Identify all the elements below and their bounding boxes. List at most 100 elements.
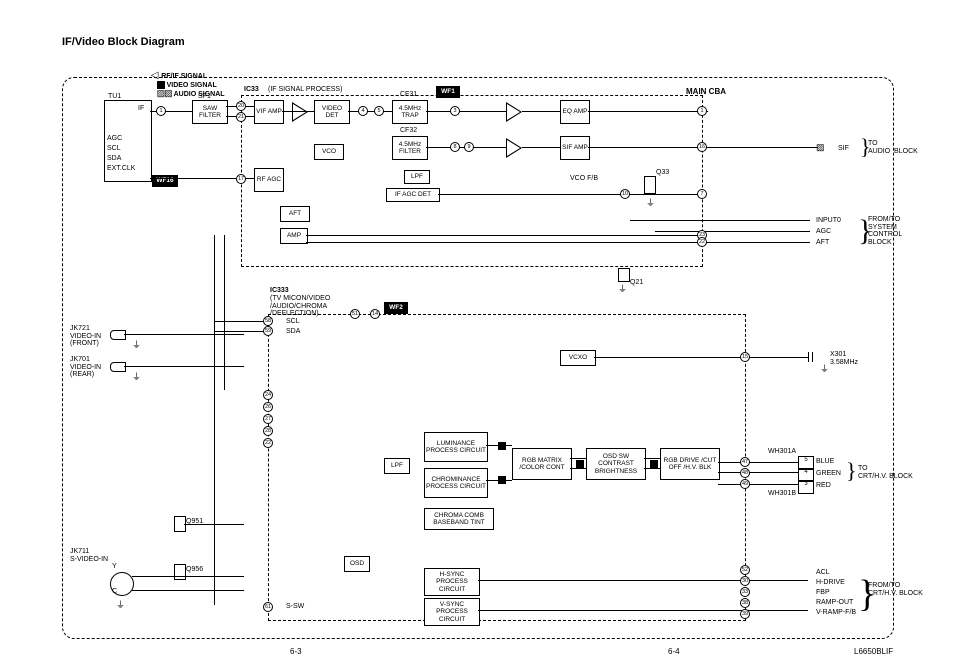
pin: 33 bbox=[740, 587, 750, 597]
red: RED bbox=[816, 482, 831, 490]
pin: 3 bbox=[450, 106, 460, 116]
pin: 17 bbox=[236, 174, 246, 184]
amp-box: AMP bbox=[280, 228, 308, 244]
gnd-icon-2: ⏚ bbox=[618, 282, 627, 295]
aft-r: AFT bbox=[816, 239, 829, 247]
wh301b: WH301B bbox=[768, 490, 796, 498]
pin: 59 bbox=[263, 326, 273, 336]
ic33-label: IC33 bbox=[244, 86, 259, 94]
pin: 5 bbox=[374, 106, 384, 116]
wf1-badge: WF1 bbox=[436, 86, 460, 98]
osd-box: OSD bbox=[344, 556, 370, 572]
blue: BLUE bbox=[816, 458, 834, 466]
pin: 39 bbox=[740, 609, 750, 619]
q21-label: Q21 bbox=[630, 279, 643, 287]
green: GREEN bbox=[816, 470, 841, 478]
pin: 20 bbox=[236, 101, 246, 111]
rgb-matrix: RGB MATRIX /COLOR CONT bbox=[512, 448, 572, 480]
trap-box: 4.5MHz TRAP bbox=[392, 100, 428, 124]
vco: VCO bbox=[314, 144, 344, 160]
to-audio: TO AUDIO BLOCK bbox=[868, 140, 918, 155]
ssw-label: S-SW bbox=[286, 603, 304, 611]
pin: 22 bbox=[697, 237, 707, 247]
pin: 21 bbox=[236, 112, 246, 122]
scl-label: SCL bbox=[107, 145, 121, 153]
wh301a: WH301A bbox=[768, 448, 796, 456]
input0: INPUT0 bbox=[816, 217, 841, 225]
pin: 48 bbox=[740, 468, 750, 478]
pin: 16 bbox=[697, 142, 707, 152]
vif-amp: VIF AMP bbox=[254, 100, 284, 124]
video-arrow-3 bbox=[576, 460, 584, 468]
pin: 51 bbox=[350, 309, 360, 319]
q956-sym bbox=[174, 564, 186, 580]
pin: 47 bbox=[740, 457, 750, 467]
pin: 52 bbox=[740, 565, 750, 575]
ifagc-det: IF AGC DET bbox=[386, 188, 440, 202]
extclk-label: EXT.CLK bbox=[107, 165, 135, 173]
pin: 10 bbox=[620, 189, 630, 199]
video-arrow-2 bbox=[498, 476, 506, 484]
pin: 15 bbox=[740, 352, 750, 362]
aft: AFT bbox=[280, 206, 310, 222]
pin: 28 bbox=[263, 426, 273, 436]
jack-icon bbox=[110, 330, 126, 340]
footer-right: 6-4 bbox=[668, 648, 680, 657]
sif-out: SIF bbox=[838, 145, 849, 153]
acl: ACL bbox=[816, 569, 830, 577]
pin: 7 bbox=[697, 189, 707, 199]
pin: 4 bbox=[358, 106, 368, 116]
page-title: IF/Video Block Diagram bbox=[62, 36, 185, 48]
luminance: LUMINANCE PROCESS CIRCUIT bbox=[424, 432, 488, 462]
hsync: H-SYNC PROCESS CIRCUIT bbox=[424, 568, 480, 596]
pin: 58 bbox=[263, 316, 273, 326]
page: IF/Video Block Diagram ◁ RF/IF SIGNAL VI… bbox=[0, 0, 954, 668]
ic333-note: (TV MICON/VIDEO /AUDIO/CHROMA /DEFLECTIO… bbox=[270, 295, 330, 318]
pin: 1 bbox=[156, 106, 166, 116]
q21-sym bbox=[618, 268, 630, 282]
ic33-note: (IF SIGNAL PROCESS) bbox=[268, 86, 342, 94]
osd-sw: OSD SW CONTRAST BRIGHTNESS bbox=[586, 448, 646, 480]
saw-box: SAW FILTER bbox=[192, 100, 228, 124]
sys-label: FROM/TO SYSTEM CONTROL BLOCK bbox=[868, 216, 902, 247]
pin: 14 bbox=[370, 309, 380, 319]
filter-box: 4.5MHz FILTER bbox=[392, 136, 428, 160]
footer-left: 6-3 bbox=[290, 648, 302, 657]
conn-3: 3 bbox=[798, 480, 814, 494]
pin: 22 bbox=[263, 438, 273, 448]
pin: 38 bbox=[740, 598, 750, 608]
rf-agc: RF AGC bbox=[254, 168, 284, 192]
lpf-top: LPF bbox=[404, 170, 430, 184]
wf16-badge: WF16 bbox=[152, 175, 178, 187]
lpf-mid: LPF bbox=[384, 458, 410, 474]
vcofb-label: VCO F/B bbox=[570, 175, 598, 183]
eq-amp: EQ AMP bbox=[560, 100, 590, 124]
chroma-comb: CHROMA COMB BASEBAND TINT bbox=[424, 508, 494, 530]
to-crt: TO CRT/H.V. BLOCK bbox=[858, 465, 913, 480]
scl-mid: SCL bbox=[286, 318, 300, 326]
sif-amp: SIF AMP bbox=[560, 136, 590, 160]
pin: 9 bbox=[464, 142, 474, 152]
q33-label: Q33 bbox=[656, 169, 669, 177]
svideo-jack bbox=[110, 572, 134, 596]
pin: 1 bbox=[697, 106, 707, 116]
pin: 24 bbox=[263, 390, 273, 400]
gnd-icon: ⏚ bbox=[646, 196, 655, 209]
vcxo: VCXO bbox=[560, 350, 596, 366]
cf31-label: CF31 bbox=[400, 91, 417, 99]
jack-icon-2 bbox=[110, 362, 126, 372]
cf32-label: CF32 bbox=[400, 127, 417, 135]
video-arrow-4 bbox=[650, 460, 658, 468]
chrominance: CHROMINANCE PROCESS CIRCUIT bbox=[424, 468, 488, 498]
y-label: Y bbox=[112, 563, 117, 571]
pin: 26 bbox=[263, 402, 273, 412]
pin: 49 bbox=[740, 479, 750, 489]
footer-code: L6650BLIF bbox=[854, 648, 893, 657]
vramp: V-RAMP-F/B bbox=[816, 609, 856, 617]
jk721: JK721 VIDEO-IN (FRONT) bbox=[70, 325, 101, 348]
sda-label: SDA bbox=[107, 155, 121, 163]
pin: 61 bbox=[263, 602, 273, 612]
ic333-label: IC333 bbox=[270, 287, 289, 295]
xtal-icon bbox=[808, 352, 813, 362]
if-label: IF bbox=[138, 105, 144, 113]
